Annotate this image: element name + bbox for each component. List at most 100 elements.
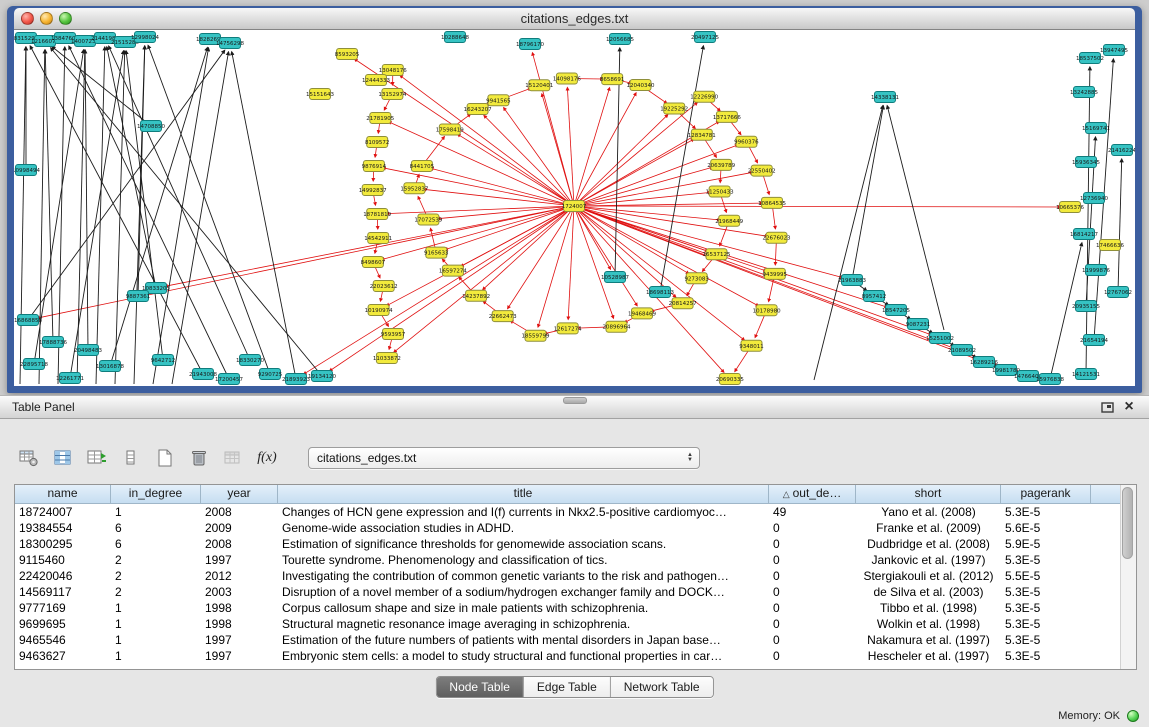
column-header-short[interactable]: short <box>856 485 1001 503</box>
network-node[interactable]: 14542911 <box>364 233 392 244</box>
close-window-button[interactable] <box>21 12 34 25</box>
column-header-year[interactable]: year <box>201 485 278 503</box>
network-node[interactable]: 14098176 <box>553 73 581 84</box>
network-node[interactable]: 16243207 <box>464 104 492 115</box>
network-node[interactable]: 12998024 <box>131 32 159 43</box>
network-node[interactable]: 16814217 <box>1070 229 1098 240</box>
table-row[interactable]: 1872400712008Changes of HCN gene express… <box>15 504 1121 520</box>
network-node[interactable]: 10288648 <box>441 32 469 43</box>
table-mode-icon[interactable] <box>16 446 42 470</box>
network-node[interactable]: 15952837 <box>400 183 428 194</box>
network-node[interactable]: 21089502 <box>948 345 976 356</box>
network-node[interactable]: 12261771 <box>56 373 84 384</box>
network-node[interactable]: 10528987 <box>601 272 629 283</box>
network-node[interactable]: 20935155 <box>1072 301 1100 312</box>
network-node[interactable]: 21654194 <box>1080 335 1108 346</box>
network-node[interactable]: 22023612 <box>370 281 398 292</box>
network-node[interactable]: 21781905 <box>366 113 394 124</box>
network-node[interactable]: 20814257 <box>669 298 697 309</box>
network-node[interactable]: 9165633 <box>424 247 449 258</box>
table-row[interactable]: 2242004622012Investigating the contribut… <box>15 568 1121 584</box>
network-node[interactable]: 12767062 <box>1104 287 1132 298</box>
import-table-icon[interactable] <box>220 446 246 470</box>
network-node[interactable]: 17200457 <box>215 374 243 385</box>
network-node[interactable]: 21893923 <box>282 374 310 385</box>
network-node[interactable]: 10864535 <box>758 197 786 208</box>
network-node[interactable]: 18781819 <box>363 209 391 220</box>
network-node[interactable]: 9290725 <box>258 369 283 380</box>
column-visibility-icon[interactable] <box>50 446 76 470</box>
new-table-icon[interactable] <box>152 446 178 470</box>
network-node[interactable]: 20497125 <box>691 32 719 43</box>
network-node[interactable]: 9593957 <box>381 329 406 340</box>
network-node[interactable]: 18537502 <box>1076 53 1104 64</box>
delete-column-icon[interactable] <box>118 446 144 470</box>
network-node[interactable]: 12444333 <box>362 75 390 86</box>
table-row[interactable]: 1938455462009Genome-wide association stu… <box>15 520 1121 536</box>
network-node[interactable]: 18547205 <box>882 305 910 316</box>
network-node[interactable]: 19134120 <box>308 371 336 382</box>
network-node[interactable]: 15936345 <box>1072 157 1100 168</box>
network-node[interactable]: 13048176 <box>379 65 407 76</box>
network-node[interactable]: 18796170 <box>516 39 544 50</box>
network-node[interactable]: 17072539 <box>414 214 442 225</box>
network-node[interactable]: 8498607 <box>361 257 386 268</box>
network-node[interactable]: 17466636 <box>1096 240 1124 251</box>
network-node[interactable]: 14338131 <box>871 92 899 103</box>
delete-table-icon[interactable] <box>186 446 212 470</box>
network-node[interactable]: 10998494 <box>14 165 40 176</box>
network-node[interactable]: 14237892 <box>462 290 490 301</box>
network-node[interactable]: 12834781 <box>688 129 716 140</box>
network-node[interactable]: 10665376 <box>1056 202 1084 213</box>
table-selector[interactable]: citations_edges.txt ▲ ▼ <box>308 447 700 469</box>
zoom-window-button[interactable] <box>59 12 72 25</box>
function-builder-icon[interactable]: f(x) <box>254 446 280 470</box>
network-node[interactable]: 22895718 <box>20 359 48 370</box>
network-node[interactable]: 13016878 <box>96 361 124 372</box>
network-node[interactable]: 20690335 <box>716 374 744 385</box>
column-header-title[interactable]: title <box>278 485 769 503</box>
tab-edge-table[interactable]: Edge Table <box>523 677 610 697</box>
table-row[interactable]: 1456911722003Disruption of a novel membe… <box>15 584 1121 600</box>
network-node[interactable]: 15976838 <box>1036 374 1064 385</box>
network-node[interactable]: 13717666 <box>713 111 741 122</box>
network-node[interactable]: 14756298 <box>216 38 244 49</box>
network-node[interactable]: 8957412 <box>862 291 887 302</box>
network-node[interactable]: 22662473 <box>489 311 517 322</box>
network-node[interactable]: 8441705 <box>410 161 435 172</box>
network-node[interactable]: 15120401 <box>525 80 553 91</box>
network-node[interactable]: 10178980 <box>753 305 781 316</box>
table-row[interactable]: 946362711997Embryonic stem cells: a mode… <box>15 648 1121 664</box>
network-node[interactable]: 15251002 <box>926 333 954 344</box>
network-node[interactable]: 22676023 <box>763 232 791 243</box>
scrollbar-thumb[interactable] <box>1122 487 1133 559</box>
network-node[interactable]: 12617274 <box>554 323 582 334</box>
network-node[interactable]: 18559799 <box>522 330 550 341</box>
table-row[interactable]: 911546021997Tourette syndrome. Phenomeno… <box>15 552 1121 568</box>
network-node[interactable]: 13152974 <box>378 89 406 100</box>
minimize-window-button[interactable] <box>40 12 53 25</box>
float-panel-icon[interactable] <box>1099 399 1115 415</box>
network-node[interactable]: 8109572 <box>365 137 390 148</box>
network-node[interactable]: 11250433 <box>706 186 734 197</box>
window-titlebar[interactable]: citations_edges.txt <box>14 8 1135 30</box>
network-node[interactable]: 9642712 <box>151 355 176 366</box>
tab-node-table[interactable]: Node Table <box>436 677 523 697</box>
table-row[interactable]: 946554611997Estimation of the future num… <box>15 632 1121 648</box>
network-node[interactable]: 21968449 <box>715 215 743 226</box>
network-node[interactable]: 8658691 <box>600 74 625 85</box>
network-node[interactable]: 18330270 <box>236 355 264 366</box>
network-node[interactable]: 14992837 <box>359 185 387 196</box>
network-node[interactable]: 9087231 <box>906 319 931 330</box>
network-node[interactable]: 8593205 <box>335 49 360 60</box>
network-node[interactable]: 20639789 <box>707 159 735 170</box>
network-node[interactable]: 15169741 <box>1082 123 1110 134</box>
network-node[interactable]: 20498483 <box>74 345 102 356</box>
column-header-in_degree[interactable]: in_degree <box>111 485 201 503</box>
network-node[interactable]: 14708850 <box>137 121 165 132</box>
network-node[interactable]: 16597274 <box>439 265 467 276</box>
network-node[interactable]: 15151643 <box>306 89 334 100</box>
table-row[interactable]: 969969511998Structural magnetic resonanc… <box>15 616 1121 632</box>
network-node[interactable]: 9273083 <box>684 273 709 284</box>
table-row[interactable]: 977716911998Corpus callosum shape and si… <box>15 600 1121 616</box>
